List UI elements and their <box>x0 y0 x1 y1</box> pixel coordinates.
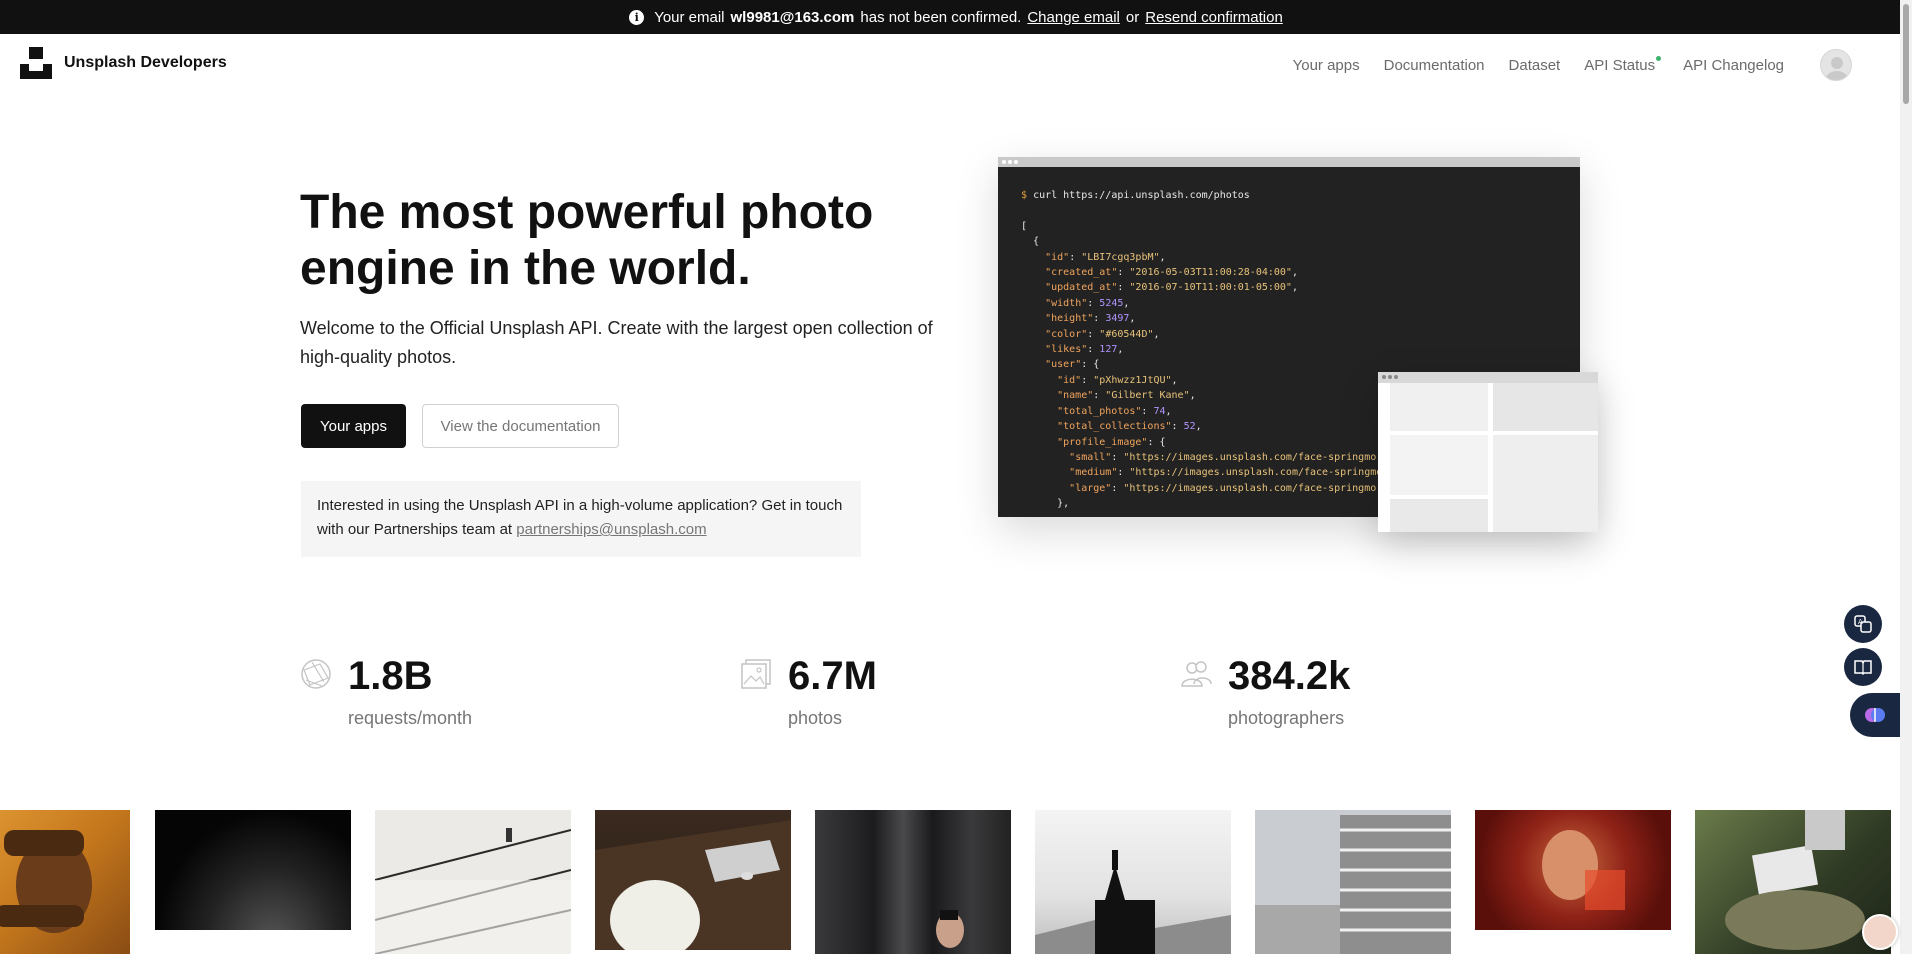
code-line: }, <box>1021 498 1070 510</box>
view-documentation-button[interactable]: View the documentation <box>422 404 619 448</box>
stat-value: 6.7M <box>788 654 877 698</box>
photo-tile[interactable] <box>1475 810 1671 930</box>
info-icon: i <box>629 9 645 25</box>
code-line: "total_collections": 52, <box>1057 421 1202 433</box>
stat-label: photographers <box>1228 708 1345 728</box>
code-line: "color": "#60544D", <box>1045 328 1160 340</box>
photo-tile[interactable] <box>595 810 791 950</box>
partner-email-link[interactable]: partnerships@unsplash.com <box>516 521 706 538</box>
globe-icon <box>301 659 331 689</box>
banner-middle: has not been confirmed. <box>860 8 1022 26</box>
nav-api-changelog[interactable]: API Changelog <box>1683 57 1784 74</box>
image-grid <box>1390 383 1598 532</box>
photo-tile[interactable] <box>1035 810 1231 954</box>
code-prompt: $ <box>1021 190 1028 201</box>
brain-icon <box>1865 708 1885 722</box>
photo-tile[interactable] <box>155 810 351 930</box>
nav-api-status-label: API Status <box>1584 56 1656 74</box>
photo-tile[interactable] <box>0 810 130 954</box>
status-dot-icon <box>1656 55 1662 61</box>
hero-subtitle: Welcome to the Official Unsplash API. Cr… <box>300 318 933 367</box>
photo-tile[interactable] <box>1255 810 1451 954</box>
resend-confirmation-link[interactable]: Resend confirmation <box>1145 9 1283 26</box>
nav-your-apps[interactable]: Your apps <box>1293 57 1360 74</box>
translate-icon: A <box>1854 615 1872 633</box>
photo-tile[interactable] <box>815 810 1011 954</box>
code-line: [ <box>1021 220 1028 232</box>
translate-button[interactable]: A <box>1844 605 1882 643</box>
banner-or: or <box>1125 8 1140 26</box>
code-line: "large": "https://images.unsplash.com/fa… <box>1069 482 1437 494</box>
avatar[interactable] <box>1820 49 1852 81</box>
nav-api-status[interactable]: API Status <box>1584 55 1662 74</box>
page-title: The most powerful photo engine in the wo… <box>300 186 874 295</box>
your-apps-button[interactable]: Your apps <box>301 404 406 448</box>
reader-icon <box>1854 660 1872 676</box>
site-header: Unsplash Developers Your apps Documentat… <box>0 34 1900 96</box>
photos-icon <box>741 659 771 689</box>
email-confirmation-banner: i Your email wl9981@163.com has not been… <box>0 0 1912 34</box>
page-scrollbar[interactable] <box>1900 0 1912 954</box>
code-line: "likes": 127, <box>1045 344 1124 356</box>
partnership-callout: Interested in using the Unsplash API in … <box>301 481 861 557</box>
code-line: "created_at": "2016-05-03T11:00:28-04:00… <box>1045 267 1298 279</box>
code-line: "id": "pXhwzz1JtQU", <box>1057 374 1178 386</box>
window-titlebar <box>1378 372 1598 383</box>
main-nav: Your apps Documentation Dataset API Stat… <box>1293 34 1900 96</box>
code-line: "updated_at": "2016-07-10T11:00:01-05:00… <box>1045 282 1298 294</box>
scrollbar-thumb[interactable] <box>1903 4 1909 104</box>
banner-prefix: Your email <box>654 8 725 26</box>
stat-value: 384.2k <box>1228 654 1351 698</box>
people-icon <box>1181 661 1212 687</box>
code-line: { <box>1021 236 1040 248</box>
window-titlebar <box>998 157 1580 167</box>
code-command: curl https://api.unsplash.com/photos <box>1033 190 1250 201</box>
banner-email: wl9981@163.com <box>730 8 855 26</box>
code-line: "id": "LBI7cgq3pbM", <box>1045 251 1166 263</box>
code-line: "height": 3497, <box>1045 313 1136 325</box>
stat-label: requests/month <box>348 708 473 728</box>
code-line: "total_photos": 74, <box>1057 405 1172 417</box>
change-email-link[interactable]: Change email <box>1027 9 1120 26</box>
unsplash-logo-icon[interactable] <box>20 47 52 79</box>
code-line: "user": { <box>1045 359 1100 371</box>
ai-assistant-button[interactable] <box>1850 693 1900 737</box>
svg-text:A: A <box>1858 618 1863 626</box>
photo-tile[interactable] <box>375 810 571 954</box>
stat-value: 1.8B <box>348 654 433 698</box>
code-line: "profile_image": { <box>1057 436 1166 448</box>
code-line: "width": 5245, <box>1045 297 1130 309</box>
code-line: "name": "Gilbert Kane", <box>1057 390 1196 402</box>
nav-documentation[interactable]: Documentation <box>1384 57 1485 74</box>
reader-button[interactable] <box>1844 648 1882 686</box>
image-preview-window <box>1378 372 1598 532</box>
nav-dataset[interactable]: Dataset <box>1509 57 1561 74</box>
assistant-avatar[interactable] <box>1862 914 1898 950</box>
brand-name[interactable]: Unsplash Developers <box>64 54 227 72</box>
stat-label: photos <box>788 708 843 728</box>
